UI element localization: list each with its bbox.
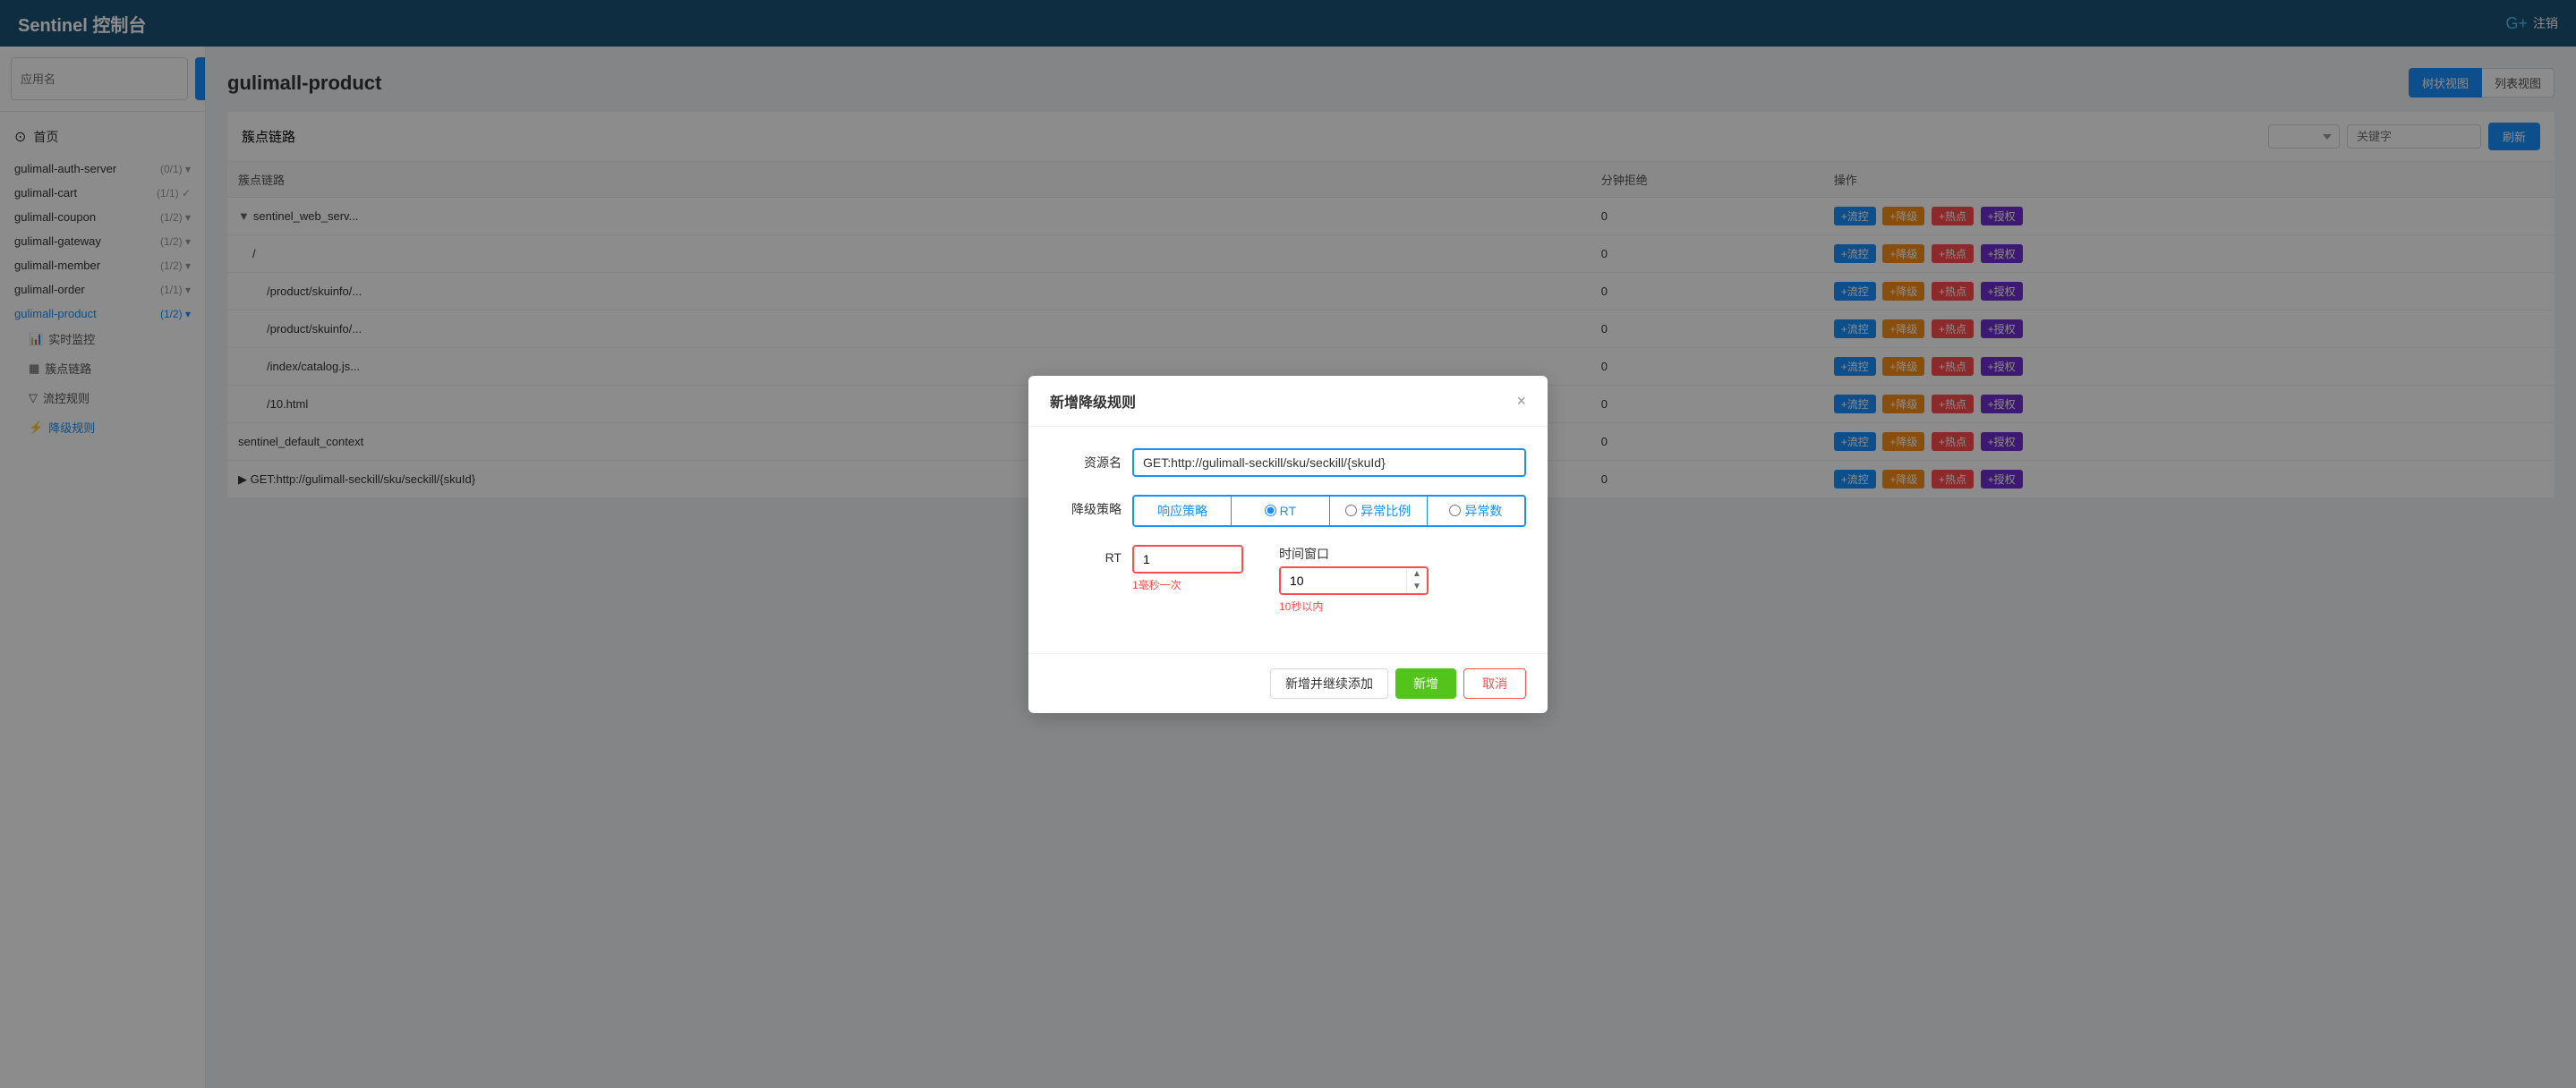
rt-row: RT 1毫秒一次 时间窗口 xyxy=(1050,545,1526,614)
add-continue-button[interactable]: 新增并继续添加 xyxy=(1270,668,1388,699)
strategy-tab-response[interactable]: 响应策略 xyxy=(1134,497,1232,525)
resource-input[interactable] xyxy=(1132,448,1526,477)
rt-field: 1毫秒一次 xyxy=(1132,545,1243,592)
spinner-down[interactable]: ▼ xyxy=(1407,581,1427,593)
exception-ratio-radio[interactable] xyxy=(1345,505,1357,516)
modal-body: 资源名 降级策略 响应策略 xyxy=(1028,427,1548,653)
modal-overlay: 新增降级规则 × 资源名 降级策略 xyxy=(206,47,2576,1088)
resource-name-row: 资源名 xyxy=(1050,448,1526,477)
strategy-label: 降级策略 xyxy=(1050,495,1122,518)
exception-count-radio[interactable] xyxy=(1449,505,1461,516)
spinner-up[interactable]: ▲ xyxy=(1407,568,1427,581)
add-button[interactable]: 新增 xyxy=(1395,668,1456,699)
strategy-tabs: 响应策略 RT 异常比例 xyxy=(1132,495,1526,527)
strategy-tab-rt[interactable]: RT xyxy=(1232,497,1329,525)
time-window-input-wrap: ▲ ▼ xyxy=(1279,566,1429,595)
time-window-hint: 10秒以内 xyxy=(1279,599,1323,614)
time-window-field: 时间窗口 ▲ ▼ 10秒以内 xyxy=(1279,545,1429,614)
modal-footer: 新增并继续添加 新增 取消 xyxy=(1028,653,1548,713)
cancel-button[interactable]: 取消 xyxy=(1463,668,1526,699)
rt-radio[interactable] xyxy=(1265,505,1276,516)
rt-input-wrap xyxy=(1132,545,1243,574)
rt-hint: 1毫秒一次 xyxy=(1132,577,1181,592)
strategy-tab-exception-ratio[interactable]: 异常比例 xyxy=(1330,497,1428,525)
resource-control xyxy=(1132,448,1526,477)
time-window-input[interactable] xyxy=(1281,568,1406,593)
strategy-control: 响应策略 RT 异常比例 xyxy=(1132,495,1526,527)
strategy-tab-exception-count[interactable]: 异常数 xyxy=(1428,497,1524,525)
modal-title: 新增降级规则 xyxy=(1050,390,1136,412)
strategy-row: 降级策略 响应策略 RT xyxy=(1050,495,1526,527)
modal-header: 新增降级规则 × xyxy=(1028,376,1548,427)
time-window-label: 时间窗口 xyxy=(1279,545,1329,563)
modal-close-button[interactable]: × xyxy=(1516,393,1526,409)
main-content: gulimall-product 树状视图 列表视图 簇点链路 刷新 xyxy=(206,47,2576,1088)
rt-label: RT xyxy=(1050,545,1122,565)
rt-input[interactable] xyxy=(1134,547,1241,572)
rt-control: 1毫秒一次 时间窗口 ▲ ▼ xyxy=(1132,545,1526,614)
time-window-spinner: ▲ ▼ xyxy=(1406,568,1427,593)
resource-label: 资源名 xyxy=(1050,448,1122,472)
add-degrade-rule-modal: 新增降级规则 × 资源名 降级策略 xyxy=(1028,376,1548,713)
